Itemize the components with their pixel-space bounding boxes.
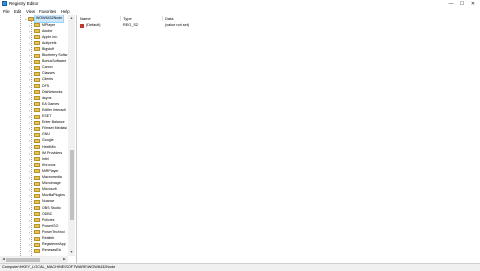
- tree-horizontal-scroll-thumb[interactable]: [6, 257, 40, 262]
- folder-icon: [34, 77, 40, 82]
- menu-file[interactable]: File: [3, 8, 10, 15]
- folder-icon: [34, 108, 40, 113]
- folder-icon: [34, 29, 40, 34]
- folder-icon: [34, 114, 40, 119]
- column-divider[interactable]: [120, 16, 121, 21]
- scroll-down-arrow-icon[interactable]: ▼: [68, 249, 75, 256]
- string-value-icon: [80, 23, 84, 28]
- folder-icon: [34, 206, 40, 211]
- folder-icon: [34, 193, 40, 198]
- folder-icon: [34, 242, 40, 247]
- folder-icon: [34, 157, 40, 162]
- maximize-button[interactable]: ☐: [457, 0, 467, 8]
- menu-favorites[interactable]: Favorites: [39, 8, 56, 15]
- folder-icon: [34, 96, 40, 101]
- folder-icon: [34, 181, 40, 186]
- folder-icon: [34, 35, 40, 40]
- registry-tree[interactable]: ⌄ WOW6432Node › MPlayer › Adobe › Apple Inc. ›…: [0, 15, 77, 263]
- value-name: (Default): [86, 23, 101, 27]
- folder-icon: [34, 102, 40, 107]
- folder-icon: [34, 236, 40, 241]
- folder-icon: [34, 169, 40, 174]
- tree-vertical-scroll-thumb[interactable]: [69, 150, 74, 220]
- expand-icon[interactable]: ›: [29, 247, 30, 254]
- values-list[interactable]: Name Type Data (Default) REG_SZ (value n…: [77, 15, 480, 263]
- column-header-name[interactable]: Name: [80, 15, 91, 22]
- folder-icon: [34, 230, 40, 235]
- minimize-button[interactable]: —: [446, 0, 456, 8]
- folder-icon: [34, 138, 40, 143]
- registry-editor-icon: [2, 1, 7, 6]
- folder-icon: [34, 132, 40, 137]
- scroll-right-arrow-icon[interactable]: ▶: [61, 256, 68, 263]
- menu-bar: File Edit View Favorites Help: [0, 8, 480, 15]
- folder-icon: [34, 175, 40, 180]
- value-type: REG_SZ: [123, 23, 139, 27]
- folder-icon: [34, 65, 40, 70]
- folder-icon: [34, 126, 40, 131]
- tree-item[interactable]: › RenesasElc: [0, 247, 68, 254]
- window-title: Registry Editor: [9, 1, 39, 6]
- folder-icon: [34, 224, 40, 229]
- folder-icon: [34, 248, 40, 253]
- menu-edit[interactable]: Edit: [14, 8, 21, 15]
- scroll-up-arrow-icon[interactable]: ▲: [68, 15, 75, 22]
- folder-icon: [34, 47, 40, 52]
- folder-icon: [34, 53, 40, 58]
- title-bar: Registry Editor — ☐ ✕: [0, 0, 480, 8]
- column-divider[interactable]: [162, 16, 163, 21]
- folder-icon: [34, 23, 40, 28]
- menu-help[interactable]: Help: [61, 8, 70, 15]
- folder-icon: [34, 212, 40, 217]
- folder-open-icon: [28, 16, 34, 21]
- folder-icon: [34, 84, 40, 89]
- column-header-data[interactable]: Data: [165, 15, 173, 22]
- folder-icon: [34, 151, 40, 156]
- folder-icon: [34, 163, 40, 168]
- folder-icon: [34, 71, 40, 76]
- folder-icon: [34, 145, 40, 150]
- column-header-type[interactable]: Type: [123, 15, 132, 22]
- folder-icon: [34, 120, 40, 125]
- value-data: (value not set): [165, 23, 190, 27]
- folder-icon: [34, 90, 40, 95]
- tree-item-label: RenesasElc: [42, 248, 62, 253]
- menu-view[interactable]: View: [26, 8, 35, 15]
- folder-icon: [34, 199, 40, 204]
- close-button[interactable]: ✕: [468, 0, 478, 8]
- folder-icon: [34, 187, 40, 192]
- folder-icon: [34, 41, 40, 46]
- folder-icon: [34, 218, 40, 223]
- folder-icon: [34, 59, 40, 64]
